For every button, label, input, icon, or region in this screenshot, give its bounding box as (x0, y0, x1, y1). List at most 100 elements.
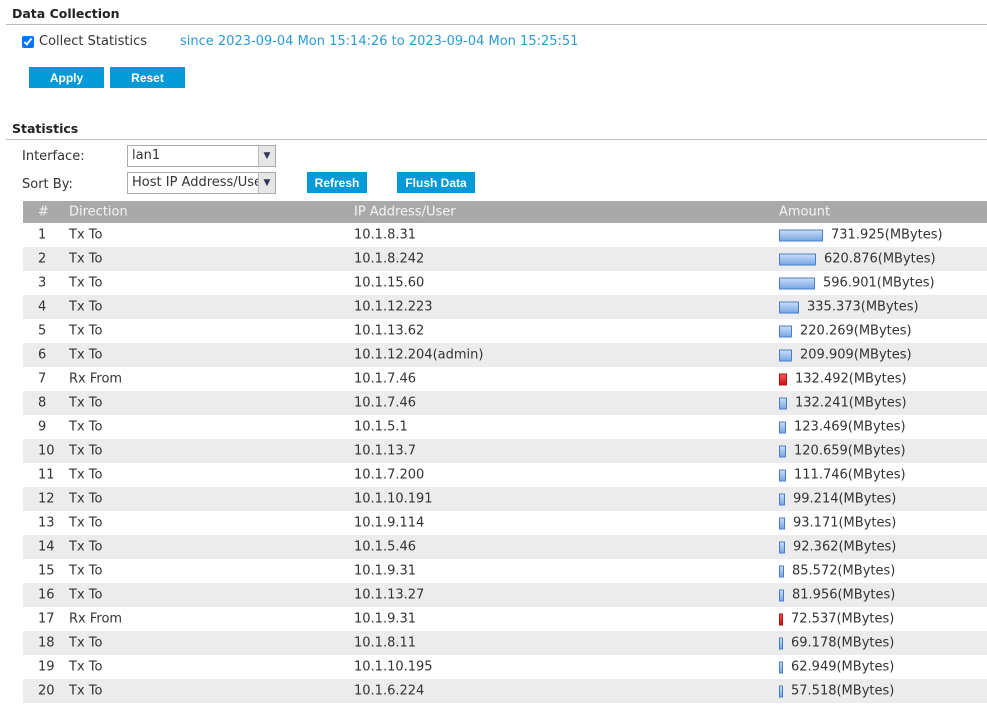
row-direction: Tx To (69, 227, 103, 243)
row-amount: 220.269(MBytes) (779, 324, 912, 339)
row-direction: Tx To (69, 539, 103, 555)
amount-text: 120.659(MBytes) (794, 443, 906, 459)
row-ip: 10.1.8.31 (354, 227, 417, 243)
table-row[interactable]: 2 Tx To 10.1.8.242 620.876(MBytes) (23, 247, 987, 271)
table-row[interactable]: 11 Tx To 10.1.7.200 111.746(MBytes) (23, 463, 987, 487)
row-ip: 10.1.6.224 (354, 683, 425, 699)
row-ip: 10.1.12.223 (354, 299, 433, 315)
row-ip: 10.1.7.46 (354, 395, 417, 411)
table-row[interactable]: 18 Tx To 10.1.8.11 69.178(MBytes) (23, 631, 987, 655)
interface-select[interactable]: lan1 ▼ (127, 145, 276, 167)
sort-by-select[interactable]: Host IP Address/User ▼ (127, 172, 276, 194)
row-direction: Tx To (69, 443, 103, 459)
row-ip: 10.1.13.62 (354, 323, 425, 339)
amount-text: 731.925(MBytes) (831, 227, 943, 243)
sort-by-value: Host IP Address/User (132, 175, 268, 190)
amount-text: 69.178(MBytes) (791, 635, 895, 651)
amount-bar (779, 541, 785, 553)
row-ip: 10.1.9.114 (354, 515, 425, 531)
row-amount: 335.373(MBytes) (779, 300, 919, 315)
row-number: 11 (38, 467, 55, 483)
row-amount: 99.214(MBytes) (779, 492, 896, 507)
amount-bar (779, 349, 792, 361)
table-row[interactable]: 19 Tx To 10.1.10.195 62.949(MBytes) (23, 655, 987, 679)
apply-button[interactable]: Apply (29, 67, 104, 88)
amount-bar (779, 301, 799, 313)
amount-bar (779, 493, 785, 505)
row-number: 5 (38, 323, 47, 339)
row-direction: Tx To (69, 347, 103, 363)
row-direction: Tx To (69, 635, 103, 651)
row-ip: 10.1.7.46 (354, 371, 417, 387)
row-amount: 731.925(MBytes) (779, 228, 943, 243)
row-amount: 596.901(MBytes) (779, 276, 935, 291)
row-ip: 10.1.9.31 (354, 611, 417, 627)
amount-text: 93.171(MBytes) (793, 515, 897, 531)
row-number: 15 (38, 563, 55, 579)
table-row[interactable]: 5 Tx To 10.1.13.62 220.269(MBytes) (23, 319, 987, 343)
chevron-down-icon[interactable]: ▼ (258, 173, 275, 193)
table-row[interactable]: 3 Tx To 10.1.15.60 596.901(MBytes) (23, 271, 987, 295)
row-ip: 10.1.5.46 (354, 539, 417, 555)
reset-button[interactable]: Reset (110, 67, 185, 88)
amount-bar (779, 565, 784, 577)
amount-bar (779, 397, 787, 409)
amount-bar (779, 325, 792, 337)
table-row[interactable]: 7 Rx From 10.1.7.46 132.492(MBytes) (23, 367, 987, 391)
checkbox[interactable] (22, 35, 34, 48)
table-row[interactable]: 4 Tx To 10.1.12.223 335.373(MBytes) (23, 295, 987, 319)
row-number: 9 (38, 419, 47, 435)
amount-bar (779, 517, 785, 529)
interface-label: Interface: (22, 149, 85, 164)
row-amount: 120.659(MBytes) (779, 444, 906, 459)
table-row[interactable]: 14 Tx To 10.1.5.46 92.362(MBytes) (23, 535, 987, 559)
header-amount[interactable]: Amount (779, 205, 830, 220)
row-number: 17 (38, 611, 55, 627)
amount-bar (779, 373, 787, 385)
row-ip: 10.1.10.195 (354, 659, 433, 675)
header-direction[interactable]: Direction (69, 205, 128, 220)
amount-bar (779, 253, 816, 265)
sort-by-label: Sort By: (22, 177, 73, 192)
table-row[interactable]: 9 Tx To 10.1.5.1 123.469(MBytes) (23, 415, 987, 439)
row-direction: Tx To (69, 323, 103, 339)
table-row[interactable]: 1 Tx To 10.1.8.31 731.925(MBytes) (23, 223, 987, 247)
row-amount: 81.956(MBytes) (779, 588, 895, 603)
flush-data-button[interactable]: Flush Data (397, 172, 475, 193)
header-number[interactable]: # (38, 205, 49, 220)
amount-text: 81.956(MBytes) (792, 587, 896, 603)
row-number: 19 (38, 659, 55, 675)
row-number: 10 (38, 443, 55, 459)
collect-statistics-checkbox[interactable]: Collect Statistics (22, 34, 147, 49)
refresh-button[interactable]: Refresh (307, 172, 367, 193)
row-amount: 62.949(MBytes) (779, 660, 894, 675)
amount-text: 123.469(MBytes) (794, 419, 906, 435)
amount-bar (779, 277, 815, 289)
row-ip: 10.1.15.60 (354, 275, 425, 291)
table-row[interactable]: 8 Tx To 10.1.7.46 132.241(MBytes) (23, 391, 987, 415)
table-row[interactable]: 6 Tx To 10.1.12.204(admin) 209.909(MByte… (23, 343, 987, 367)
header-ip[interactable]: IP Address/User (354, 205, 456, 220)
row-number: 1 (38, 227, 47, 243)
row-direction: Tx To (69, 299, 103, 315)
table-body: 1 Tx To 10.1.8.31 731.925(MBytes) 2 Tx To… (23, 223, 987, 703)
row-number: 8 (38, 395, 47, 411)
row-direction: Tx To (69, 587, 103, 603)
amount-text: 72.537(MBytes) (791, 611, 895, 627)
divider (6, 139, 987, 140)
table-row[interactable]: 12 Tx To 10.1.10.191 99.214(MBytes) (23, 487, 987, 511)
chevron-down-icon[interactable]: ▼ (258, 146, 275, 166)
table-row[interactable]: 15 Tx To 10.1.9.31 85.572(MBytes) (23, 559, 987, 583)
table-row[interactable]: 20 Tx To 10.1.6.224 57.518(MBytes) (23, 679, 987, 703)
table-row[interactable]: 10 Tx To 10.1.13.7 120.659(MBytes) (23, 439, 987, 463)
amount-bar (779, 445, 786, 457)
amount-text: 335.373(MBytes) (807, 299, 919, 315)
amount-text: 57.518(MBytes) (791, 683, 895, 699)
table-row[interactable]: 17 Rx From 10.1.9.31 72.537(MBytes) (23, 607, 987, 631)
collect-statistics-label: Collect Statistics (39, 34, 148, 49)
table-row[interactable]: 16 Tx To 10.1.13.27 81.956(MBytes) (23, 583, 987, 607)
row-direction: Tx To (69, 491, 103, 507)
table-row[interactable]: 13 Tx To 10.1.9.114 93.171(MBytes) (23, 511, 987, 535)
row-ip: 10.1.8.242 (354, 251, 425, 267)
amount-text: 596.901(MBytes) (823, 275, 935, 291)
